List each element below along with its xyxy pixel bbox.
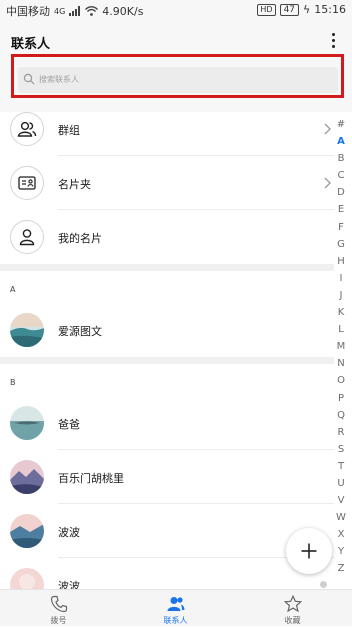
index-letter[interactable]: L bbox=[334, 321, 348, 338]
section-separator bbox=[0, 264, 334, 271]
contact-row[interactable]: 百乐门胡桃里 bbox=[0, 450, 334, 504]
contact-row[interactable]: 爱源图文 bbox=[0, 303, 334, 357]
clock: 15:16 bbox=[314, 3, 346, 16]
tab-dialer[interactable]: 拨号 bbox=[0, 590, 117, 627]
index-letter[interactable]: E bbox=[334, 201, 348, 218]
index-letter[interactable]: U bbox=[334, 475, 348, 492]
scroll-indicator bbox=[320, 581, 327, 588]
index-letter[interactable]: T bbox=[334, 458, 348, 475]
index-letter[interactable]: A bbox=[334, 133, 348, 150]
index-letter[interactable]: V bbox=[334, 492, 348, 509]
contact-name: 爱源图文 bbox=[58, 325, 102, 338]
wifi-icon bbox=[85, 6, 99, 16]
contact-row[interactable]: 爸爸 bbox=[0, 396, 334, 450]
phone-icon bbox=[50, 595, 67, 613]
contact-avatar bbox=[10, 406, 44, 440]
index-letter[interactable]: F bbox=[334, 219, 348, 236]
index-letter[interactable]: M bbox=[334, 338, 348, 355]
index-letter[interactable]: Z bbox=[334, 560, 348, 577]
contact-name: 百乐门胡桃里 bbox=[58, 472, 124, 485]
index-letter[interactable]: R bbox=[334, 424, 348, 441]
index-letter[interactable]: G bbox=[334, 236, 348, 253]
status-bar: 中国移动 4G 4.90K/s HD 47 ϟ 15:16 bbox=[0, 0, 352, 20]
my-card-row[interactable]: 我的名片 bbox=[0, 210, 334, 264]
my-card-label: 我的名片 bbox=[58, 232, 102, 245]
network-speed: 4.90K/s bbox=[102, 4, 144, 18]
charging-icon: ϟ bbox=[303, 3, 311, 16]
index-letter[interactable]: X bbox=[334, 526, 348, 543]
more-options-icon[interactable] bbox=[326, 30, 340, 52]
alphabet-index[interactable]: # A B C D E F G H I J K L M N O P Q R S T U V W X Y Z bbox=[334, 116, 348, 578]
person-icon bbox=[10, 220, 44, 254]
index-letter[interactable]: H bbox=[334, 253, 348, 270]
carrier-label: 中国移动 bbox=[6, 5, 50, 18]
tab-favorites[interactable]: 收藏 bbox=[234, 590, 351, 627]
network-type: 4G bbox=[54, 6, 66, 16]
battery-level: 47 bbox=[279, 3, 300, 16]
index-letter[interactable]: Y bbox=[334, 543, 348, 560]
index-letter[interactable]: K bbox=[334, 304, 348, 321]
group-icon bbox=[10, 112, 44, 146]
group-row[interactable]: 群组 bbox=[0, 102, 334, 156]
highlight-box bbox=[11, 54, 344, 98]
index-letter[interactable]: D bbox=[334, 184, 348, 201]
tab-favorites-label: 收藏 bbox=[284, 616, 301, 625]
chevron-right-icon bbox=[324, 123, 331, 135]
tab-dialer-label: 拨号 bbox=[50, 616, 67, 625]
card-holder-label: 名片夹 bbox=[58, 178, 91, 191]
group-label: 群组 bbox=[58, 124, 80, 137]
index-letter[interactable]: C bbox=[334, 167, 348, 184]
signal-icon bbox=[69, 6, 81, 16]
card-holder-icon bbox=[10, 166, 44, 200]
index-letter[interactable]: J bbox=[334, 287, 348, 304]
contact-name: 波波 bbox=[58, 526, 80, 539]
index-letter[interactable]: P bbox=[334, 390, 348, 407]
contacts-icon bbox=[167, 597, 184, 611]
tab-contacts-label: 联系人 bbox=[163, 616, 188, 625]
index-letter[interactable]: S bbox=[334, 441, 348, 458]
contact-row[interactable]: 波波 bbox=[0, 504, 334, 558]
index-letter[interactable]: W bbox=[334, 509, 348, 526]
star-icon bbox=[283, 595, 302, 613]
contact-avatar bbox=[10, 514, 44, 548]
contact-avatar bbox=[10, 313, 44, 347]
index-letter[interactable]: N bbox=[334, 355, 348, 372]
hd-badge: HD bbox=[257, 3, 276, 16]
index-letter[interactable]: O bbox=[334, 372, 348, 389]
tab-contacts[interactable]: 联系人 bbox=[117, 590, 234, 627]
contact-avatar bbox=[10, 460, 44, 494]
contact-name: 爸爸 bbox=[58, 418, 80, 431]
index-letter[interactable]: Q bbox=[334, 407, 348, 424]
section-letter-a: A bbox=[10, 285, 16, 294]
bottom-navigation: 拨号 联系人 收藏 bbox=[0, 589, 352, 626]
index-letter[interactable]: I bbox=[334, 270, 348, 287]
section-separator bbox=[0, 357, 334, 364]
index-letter[interactable]: B bbox=[334, 150, 348, 167]
section-letter-b: B bbox=[10, 378, 16, 387]
card-holder-row[interactable]: 名片夹 bbox=[0, 156, 334, 210]
index-letter[interactable]: # bbox=[334, 116, 348, 133]
chevron-right-icon bbox=[324, 177, 331, 189]
add-contact-button[interactable] bbox=[286, 528, 332, 574]
page-title: 联系人 bbox=[11, 37, 51, 52]
add-icon bbox=[301, 543, 317, 559]
